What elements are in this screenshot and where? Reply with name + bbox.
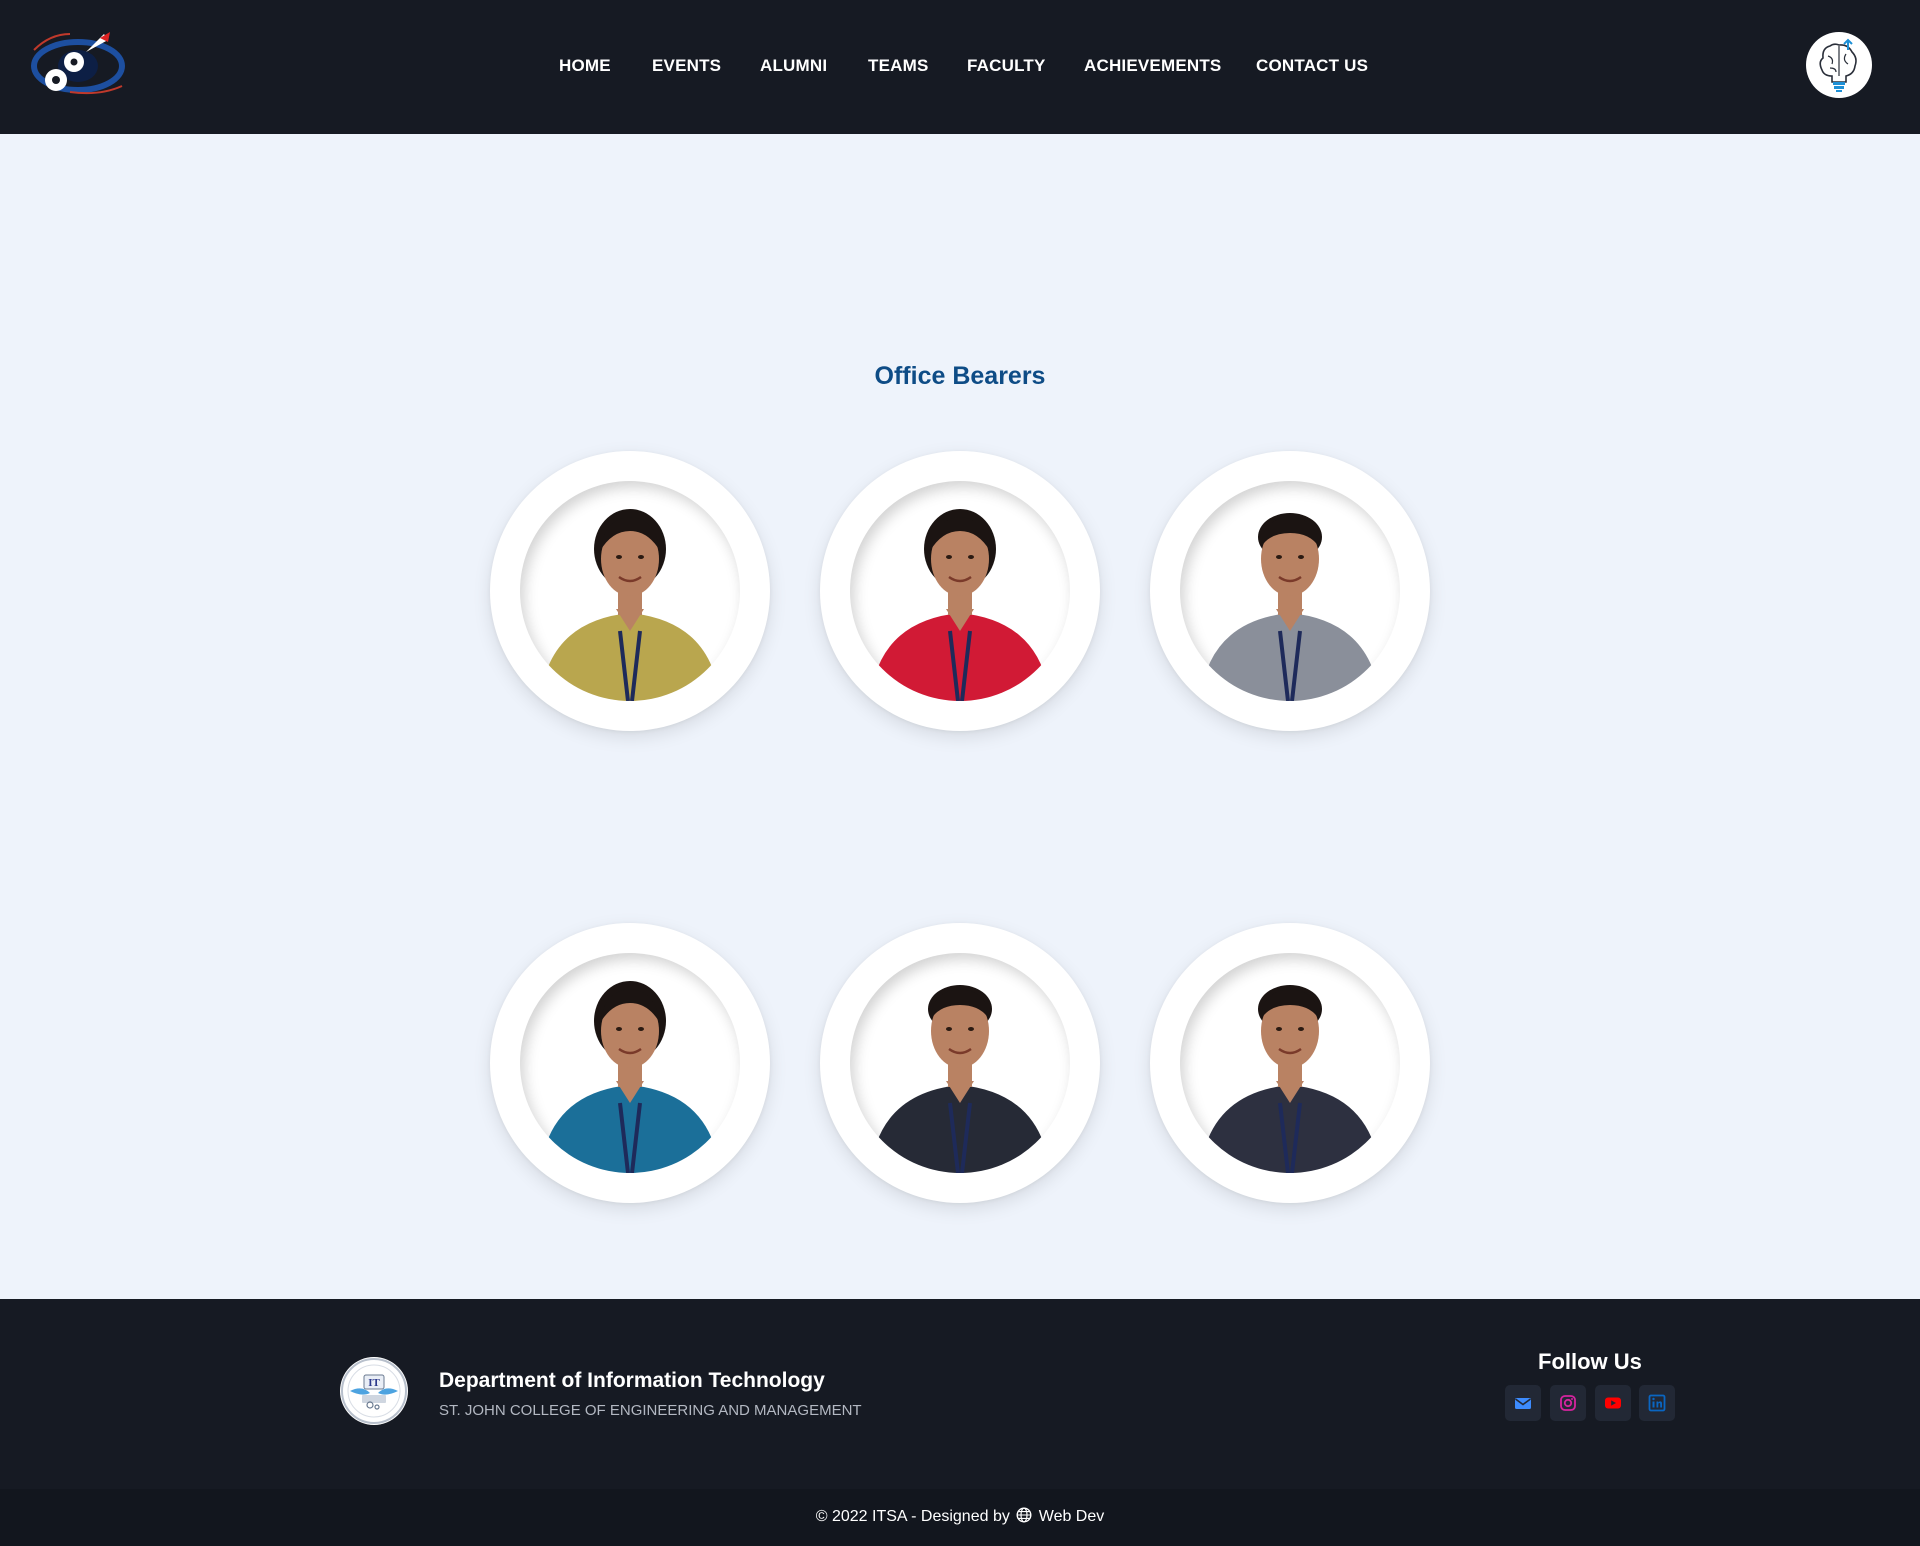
nav-faculty[interactable]: FACULTY <box>967 56 1046 76</box>
copyright-suffix[interactable]: Web Dev <box>1039 1508 1105 1525</box>
bearer-card[interactable] <box>1150 451 1430 731</box>
college-name: ST. JOHN COLLEGE OF ENGINEERING AND MANA… <box>439 1402 862 1419</box>
site-header: HOME EVENTS ALUMNI TEAMS FACULTY ACHIEVE… <box>0 0 1920 134</box>
bearer-card[interactable] <box>820 923 1100 1203</box>
nav-alumni[interactable]: ALUMNI <box>760 56 827 76</box>
bearer-photo-6 <box>1180 953 1400 1173</box>
bearer-card[interactable] <box>820 451 1100 731</box>
nav-achievements[interactable]: ACHIEVEMENTS <box>1084 56 1221 76</box>
bearer-photo-5 <box>850 953 1070 1173</box>
bearer-photo-1 <box>520 481 740 701</box>
nav-events[interactable]: EVENTS <box>652 56 721 76</box>
youtube-link[interactable] <box>1595 1385 1631 1421</box>
youtube-icon <box>1605 1397 1621 1409</box>
page-title: Office Bearers <box>874 362 1046 390</box>
brain-bulb-logo-icon[interactable] <box>1806 32 1872 98</box>
nav-contact-us[interactable]: CONTACT US <box>1256 56 1368 76</box>
nav-home[interactable]: HOME <box>559 56 611 76</box>
email-icon <box>1515 1398 1531 1409</box>
bearer-card[interactable] <box>490 923 770 1203</box>
copyright-prefix: © 2022 ITSA - Designed by <box>815 1508 1010 1525</box>
copyright-text: © 2022 ITSA - Designed by Web Dev <box>0 1507 1920 1526</box>
bearer-photo-4 <box>520 953 740 1173</box>
bearer-photo-3 <box>1180 481 1400 701</box>
svg-text:IT: IT <box>368 1377 380 1389</box>
linkedin-link[interactable] <box>1639 1385 1675 1421</box>
copyright-bar: © 2022 ITSA - Designed by Web Dev <box>0 1489 1920 1546</box>
main-nav: HOME EVENTS ALUMNI TEAMS FACULTY ACHIEVE… <box>0 0 1920 134</box>
main-content: Office Bearers <box>0 134 1920 1299</box>
globe-icon <box>1016 1507 1032 1523</box>
instagram-icon <box>1560 1395 1576 1411</box>
bearer-photo-2 <box>850 481 1070 701</box>
site-footer: IT Department of Information Technology … <box>0 1299 1920 1489</box>
bearer-card[interactable] <box>1150 923 1430 1203</box>
bearer-card[interactable] <box>490 451 770 731</box>
instagram-link[interactable] <box>1550 1385 1586 1421</box>
nav-teams[interactable]: TEAMS <box>868 56 929 76</box>
linkedin-icon <box>1648 1394 1666 1412</box>
department-logo-icon: IT <box>340 1357 408 1425</box>
email-link[interactable] <box>1505 1385 1541 1421</box>
department-name: Department of Information Technology <box>439 1369 825 1392</box>
follow-us-heading: Follow Us <box>1538 1349 1642 1374</box>
